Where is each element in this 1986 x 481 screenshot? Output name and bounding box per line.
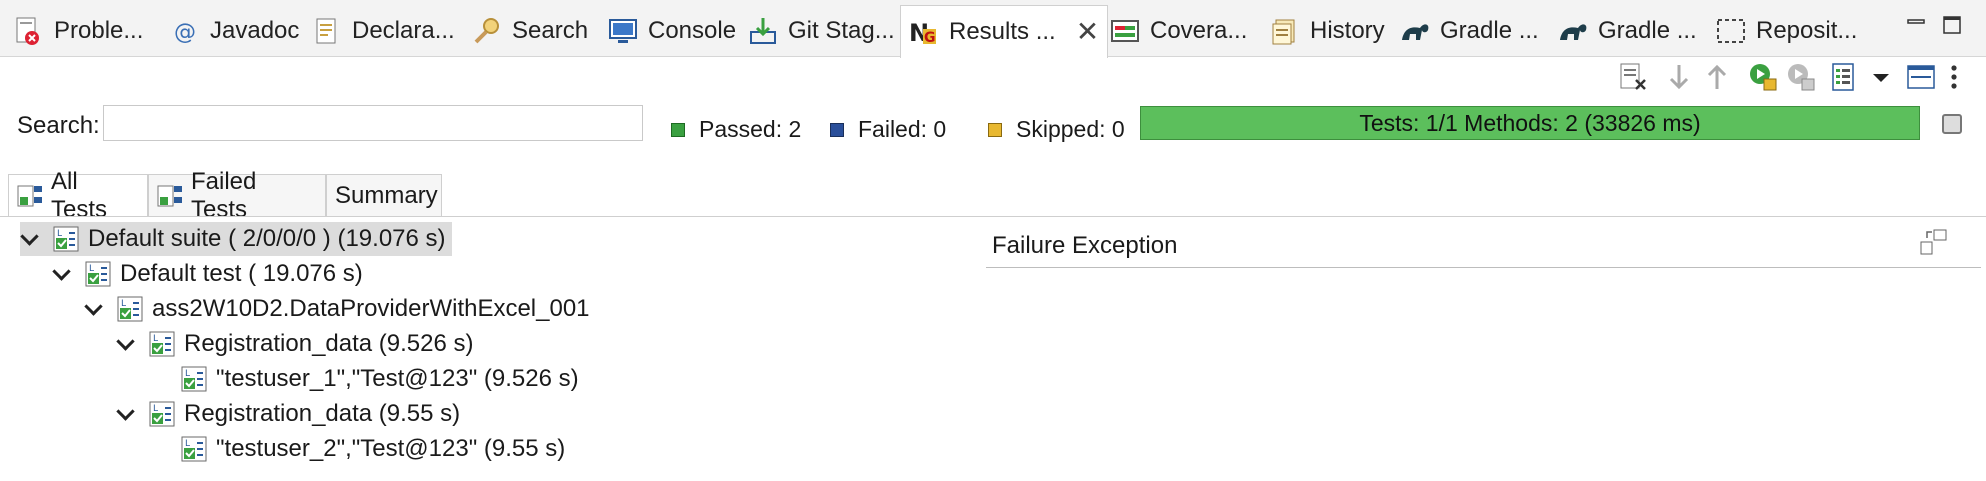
tab-gradle-executions[interactable]: Gradle ... xyxy=(1558,6,1697,56)
rerun-failed-icon[interactable] xyxy=(1786,62,1816,92)
test-hierarchy-icon xyxy=(157,183,183,209)
progress-text: Tests: 1/1 Methods: 2 (33826 ms) xyxy=(1359,109,1701,136)
declaration-icon xyxy=(312,16,342,46)
gradle-icon xyxy=(1558,16,1588,46)
problems-icon xyxy=(14,16,44,46)
chevron-down-icon[interactable] xyxy=(116,404,136,424)
failure-exception-title: Failure Exception xyxy=(992,232,1178,259)
svg-text:L: L xyxy=(89,264,94,274)
tab-all-tests[interactable]: All Tests xyxy=(8,168,148,223)
tree-node-class[interactable]: L ass2W10D2.DataProviderWithExcel_001 xyxy=(84,292,590,326)
test-pass-icon: L xyxy=(84,259,114,289)
tab-javadoc[interactable]: @ Javadoc xyxy=(170,6,299,56)
test-pass-icon: L xyxy=(180,434,210,464)
failed-count: Failed: 0 xyxy=(830,116,946,143)
tree-node-method[interactable]: L Registration_data (9.55 s) xyxy=(116,397,460,431)
search-input[interactable] xyxy=(103,105,643,141)
failed-icon xyxy=(830,122,844,137)
search-label: Search: xyxy=(17,112,100,139)
passed-count: Passed: 2 xyxy=(671,116,801,143)
repository-icon xyxy=(1716,16,1746,46)
divider xyxy=(0,216,1986,217)
test-pass-icon: L xyxy=(148,399,178,429)
compare-icon[interactable] xyxy=(1920,228,1948,256)
test-pass-icon: L xyxy=(52,224,82,254)
tree-node-suite[interactable]: L Default suite ( 2/0/0/0 ) (19.076 s) xyxy=(20,222,452,256)
next-failure-icon[interactable] xyxy=(1664,62,1694,92)
tree-node-method[interactable]: L Registration_data (9.526 s) xyxy=(116,327,474,361)
rerun-tests-icon[interactable] xyxy=(1748,62,1778,92)
svg-text:L: L xyxy=(57,229,62,239)
chevron-down-icon[interactable] xyxy=(84,299,104,319)
tree-node-invocation[interactable]: L "testuser_2","Test@123" (9.55 s) xyxy=(148,432,565,466)
scroll-lock-icon[interactable] xyxy=(1942,114,1962,134)
minimize-icon[interactable] xyxy=(1906,14,1928,36)
tab-declaration[interactable]: Declara... xyxy=(312,6,455,56)
test-pass-icon: L xyxy=(148,329,178,359)
gradle-icon xyxy=(1400,16,1430,46)
javadoc-icon: @ xyxy=(170,16,200,46)
svg-text:@: @ xyxy=(174,20,196,45)
chevron-down-icon[interactable] xyxy=(20,229,40,249)
clear-results-icon[interactable] xyxy=(1618,62,1648,92)
divider xyxy=(986,267,1981,268)
passed-icon xyxy=(671,122,685,137)
tree-node-test[interactable]: L Default test ( 19.076 s) xyxy=(52,257,363,291)
chevron-down-icon[interactable] xyxy=(52,264,72,284)
progress-bar: Tests: 1/1 Methods: 2 (33826 ms) xyxy=(1140,106,1920,140)
svg-text:L: L xyxy=(185,439,190,449)
search-icon xyxy=(472,16,502,46)
test-hierarchy-icon xyxy=(17,183,43,209)
tab-problems[interactable]: Proble... xyxy=(14,6,143,56)
tab-console[interactable]: Console xyxy=(608,6,736,56)
maximize-icon[interactable] xyxy=(1942,14,1964,36)
tab-search[interactable]: Search xyxy=(472,6,588,56)
view-menu-icon[interactable] xyxy=(1946,62,1976,92)
tab-gradle-tasks[interactable]: Gradle ... xyxy=(1400,6,1539,56)
tab-git-staging[interactable]: Git Stag... xyxy=(748,6,895,56)
test-pass-icon: L xyxy=(180,364,210,394)
testng-icon: NG xyxy=(909,17,939,47)
svg-text:L: L xyxy=(121,299,126,309)
tab-summary[interactable]: Summary xyxy=(326,174,442,216)
history-icon xyxy=(1270,16,1300,46)
tab-coverage[interactable]: Covera... xyxy=(1110,6,1247,56)
tab-testng-results[interactable]: NG Results ... ✕ xyxy=(900,5,1109,58)
tab-failed-tests[interactable]: Failed Tests xyxy=(148,168,326,223)
chevron-down-icon[interactable] xyxy=(1866,62,1896,92)
tree-node-invocation[interactable]: L "testuser_1","Test@123" (9.526 s) xyxy=(148,362,579,396)
skipped-count: Skipped: 0 xyxy=(988,116,1125,143)
skipped-icon xyxy=(988,122,1002,137)
test-pass-icon: L xyxy=(116,294,146,324)
coverage-icon xyxy=(1110,16,1140,46)
layout-toggle-icon[interactable] xyxy=(1906,62,1936,92)
history-list-icon[interactable] xyxy=(1830,62,1860,92)
svg-text:L: L xyxy=(153,334,158,344)
svg-text:G: G xyxy=(924,30,936,46)
svg-text:L: L xyxy=(153,404,158,414)
chevron-down-icon[interactable] xyxy=(116,334,136,354)
git-staging-icon xyxy=(748,16,778,46)
tab-repositories[interactable]: Reposit... xyxy=(1716,6,1857,56)
previous-failure-icon[interactable] xyxy=(1702,62,1732,92)
tab-history[interactable]: History xyxy=(1270,6,1385,56)
svg-text:L: L xyxy=(185,369,190,379)
console-icon xyxy=(608,16,638,46)
view-tab-bar: Proble... @ Javadoc Declara... Search Co… xyxy=(0,0,1986,58)
close-icon[interactable]: ✕ xyxy=(1076,18,1099,46)
